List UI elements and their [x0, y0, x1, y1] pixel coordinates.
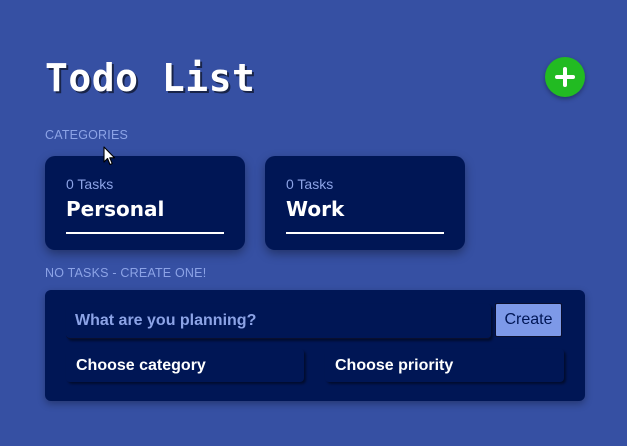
category-name: Personal	[66, 197, 165, 221]
task-input[interactable]	[66, 304, 491, 339]
category-select[interactable]: Choose category	[66, 349, 304, 382]
category-progress-bar	[286, 232, 444, 234]
page-title: Todo List	[45, 56, 256, 100]
category-progress-bar	[66, 232, 224, 234]
priority-select[interactable]: Choose priority	[325, 349, 564, 382]
create-button[interactable]: Create	[495, 303, 562, 337]
categories-label: CATEGORIES	[45, 128, 129, 142]
category-card-work[interactable]: 0 Tasks Work	[265, 156, 465, 250]
new-task-form: Create Choose category Choose priority	[45, 290, 585, 401]
category-task-count: 0 Tasks	[286, 176, 334, 192]
no-tasks-message: NO TASKS - CREATE ONE!	[45, 266, 207, 280]
category-task-count: 0 Tasks	[66, 176, 114, 192]
mouse-cursor-icon	[103, 146, 116, 166]
category-card-personal[interactable]: 0 Tasks Personal	[45, 156, 245, 250]
category-name: Work	[286, 197, 345, 221]
add-button[interactable]	[545, 57, 585, 97]
